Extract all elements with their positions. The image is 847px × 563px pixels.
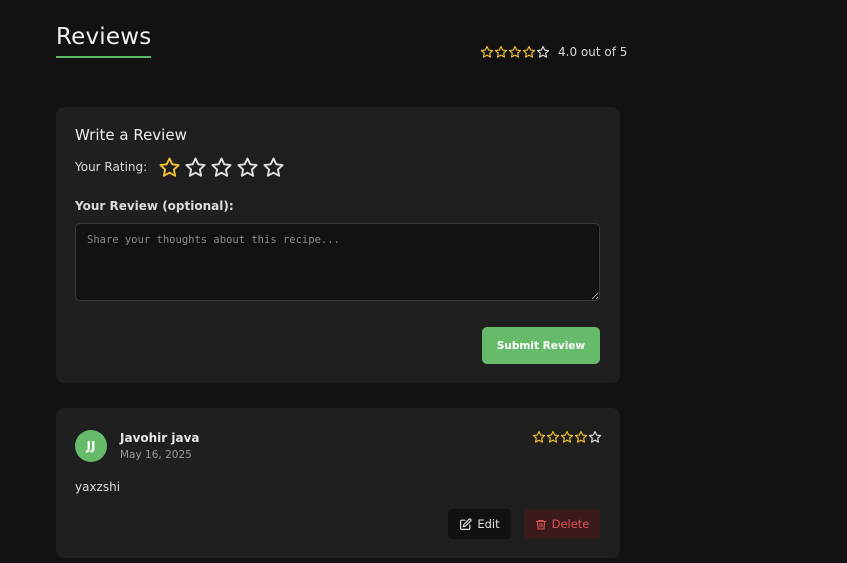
- review-rating-stars: [532, 430, 602, 444]
- rating-star-picker: [158, 156, 285, 183]
- rating-star-icon-2[interactable]: [184, 156, 207, 183]
- review-textarea[interactable]: [75, 223, 600, 301]
- review-star-icon-1: [532, 430, 546, 444]
- trash-icon: [535, 518, 547, 531]
- review-date: May 16, 2025: [120, 449, 192, 461]
- average-star-icon-2: [494, 45, 508, 59]
- review-label: Your Review (optional):: [75, 199, 234, 213]
- rating-star-icon-1[interactable]: [158, 156, 181, 183]
- review-author: Javohir java: [120, 431, 200, 445]
- delete-button[interactable]: Delete: [524, 509, 600, 539]
- review-star-icon-2: [546, 430, 560, 444]
- edit-label: Edit: [477, 517, 500, 531]
- average-rating: 4.0 out of 5: [480, 45, 627, 59]
- write-review-card: Write a Review Your Rating: Your Review …: [56, 107, 620, 383]
- submit-review-button[interactable]: Submit Review: [482, 327, 600, 364]
- review-star-icon-5: [588, 430, 602, 444]
- average-star-icon-4: [522, 45, 536, 59]
- section-title: Reviews: [56, 24, 152, 58]
- review-star-icon-3: [560, 430, 574, 444]
- rating-star-icon-4[interactable]: [236, 156, 259, 183]
- edit-button[interactable]: Edit: [448, 509, 511, 539]
- delete-label: Delete: [551, 517, 590, 531]
- review-star-icon-4: [574, 430, 588, 444]
- rating-star-icon-5[interactable]: [262, 156, 285, 183]
- rating-label: Your Rating:: [75, 160, 148, 174]
- review-text: yaxzshi: [75, 480, 121, 494]
- average-star-icon-5: [536, 45, 550, 59]
- average-rating-stars: [480, 45, 550, 59]
- review-card: JJ Javohir java May 16, 2025 yaxzshi Edi…: [56, 408, 620, 558]
- average-star-icon-1: [480, 45, 494, 59]
- avatar: JJ: [75, 430, 107, 462]
- edit-icon: [459, 517, 472, 531]
- average-rating-text: 4.0 out of 5: [558, 45, 628, 59]
- rating-star-icon-3[interactable]: [210, 156, 233, 183]
- write-review-title: Write a Review: [75, 126, 187, 144]
- average-star-icon-3: [508, 45, 522, 59]
